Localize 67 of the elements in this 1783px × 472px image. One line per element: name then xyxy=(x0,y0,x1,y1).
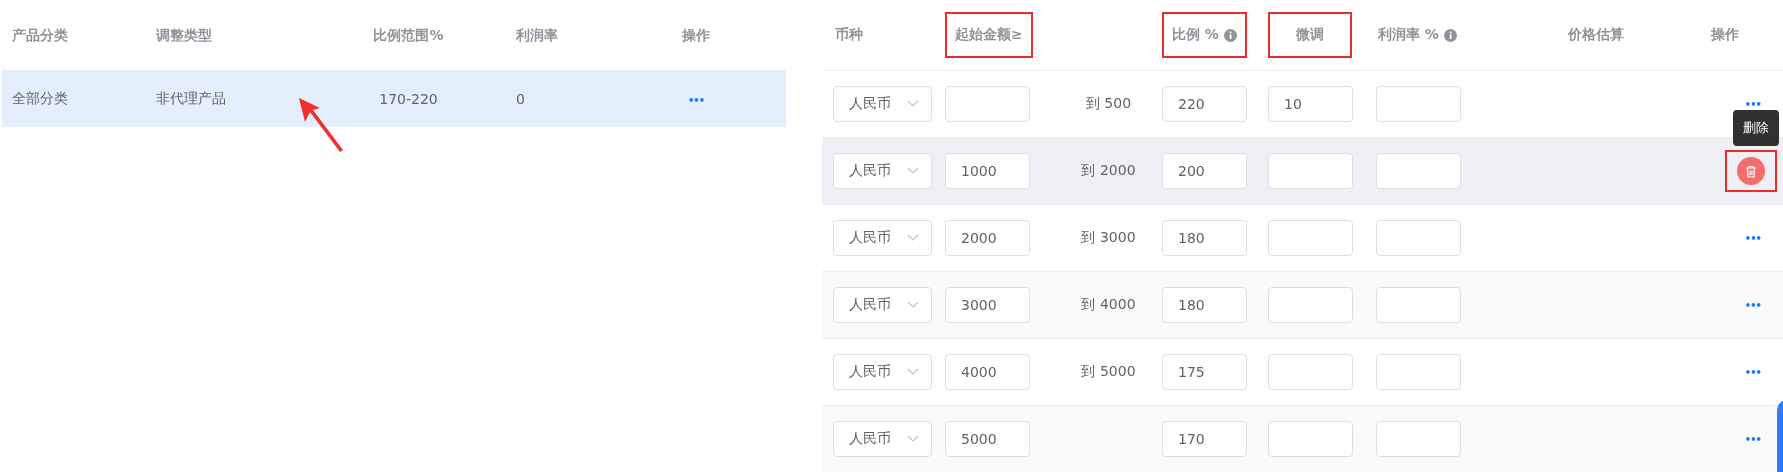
input-field[interactable] xyxy=(1376,287,1461,323)
column-header: 操作 xyxy=(1709,25,1740,44)
range-label: 到 2000 xyxy=(1081,162,1136,178)
input-field[interactable]: 200 xyxy=(1162,153,1247,189)
input-field[interactable]: 5000 xyxy=(945,421,1030,457)
input-field[interactable] xyxy=(945,86,1030,122)
column-header: 比例范围% xyxy=(372,27,445,45)
input-field[interactable]: 180 xyxy=(1162,287,1247,323)
column-header: 微调 xyxy=(1268,12,1352,58)
range-label: 到 3000 xyxy=(1081,229,1136,245)
input-field[interactable]: 2000 xyxy=(945,220,1030,256)
chevron-icon xyxy=(907,167,919,175)
input-field[interactable] xyxy=(1376,421,1461,457)
input-field[interactable] xyxy=(1376,153,1461,189)
input-field[interactable] xyxy=(1268,421,1353,457)
input-field[interactable]: 170 xyxy=(1162,421,1247,457)
chevron-icon xyxy=(907,100,919,108)
input-field[interactable]: 180 xyxy=(1162,220,1247,256)
input-field[interactable]: 1000 xyxy=(945,153,1030,189)
column-header: 利润率 xyxy=(515,27,559,45)
input-field[interactable] xyxy=(1376,86,1461,122)
table-cell-text: 0 xyxy=(515,90,526,107)
more-button[interactable]: ••• xyxy=(685,94,707,106)
delete-button[interactable] xyxy=(1737,157,1765,185)
input-field[interactable]: 220 xyxy=(1162,86,1247,122)
column-header: 产品分类 xyxy=(11,27,69,45)
range-label: 到 4000 xyxy=(1081,296,1136,312)
column-header: 币种 xyxy=(834,25,864,44)
input-field[interactable] xyxy=(1268,220,1353,256)
input-field[interactable]: 4000 xyxy=(945,354,1030,390)
column-header: 比例 % xyxy=(1162,12,1247,58)
table-cell-text: 非代理产品 xyxy=(156,89,227,108)
chevron-icon xyxy=(907,435,919,443)
more-button[interactable]: ••• xyxy=(1742,98,1763,110)
input-field[interactable]: 3000 xyxy=(945,287,1030,323)
range-label: 到 500 xyxy=(1085,95,1132,111)
input-field[interactable] xyxy=(1376,220,1461,256)
table-cell-text: 170-220 xyxy=(378,90,439,107)
range-label: 到 5000 xyxy=(1081,363,1136,379)
input-field[interactable]: 10 xyxy=(1268,86,1353,122)
input-field[interactable] xyxy=(1268,287,1353,323)
tooltip: 删除 xyxy=(1733,110,1779,146)
trash-icon xyxy=(1745,164,1757,178)
currency-select[interactable]: 人民币 xyxy=(833,421,932,457)
currency-select[interactable]: 人民币 xyxy=(833,220,932,256)
column-header: 价格估算 xyxy=(1566,25,1625,44)
currency-select[interactable]: 人民币 xyxy=(833,287,932,323)
column-header: 调整类型 xyxy=(156,27,213,45)
input-field[interactable]: 175 xyxy=(1162,354,1247,390)
input-field[interactable] xyxy=(1268,153,1353,189)
column-header: 利润率 % xyxy=(1376,12,1459,58)
more-button[interactable]: ••• xyxy=(1742,232,1763,244)
table-row[interactable]: 全部分类 非代理产品 170-220 0 ••• xyxy=(2,70,786,127)
input-field[interactable] xyxy=(1268,354,1353,390)
currency-select[interactable]: 人民币 xyxy=(833,153,932,189)
table-cell-text: 全部分类 xyxy=(11,89,69,108)
chevron-icon xyxy=(907,234,919,242)
chevron-icon xyxy=(907,301,919,309)
more-button[interactable]: ••• xyxy=(1742,299,1763,311)
more-button[interactable]: ••• xyxy=(1742,433,1763,445)
column-header: 起始金额≥ xyxy=(945,12,1033,58)
chevron-icon xyxy=(907,368,919,376)
currency-select[interactable]: 人民币 xyxy=(833,354,932,390)
currency-select[interactable]: 人民币 xyxy=(833,86,932,122)
input-field[interactable] xyxy=(1376,354,1461,390)
more-button[interactable]: ••• xyxy=(1742,366,1763,378)
column-header: 操作 xyxy=(681,27,711,45)
